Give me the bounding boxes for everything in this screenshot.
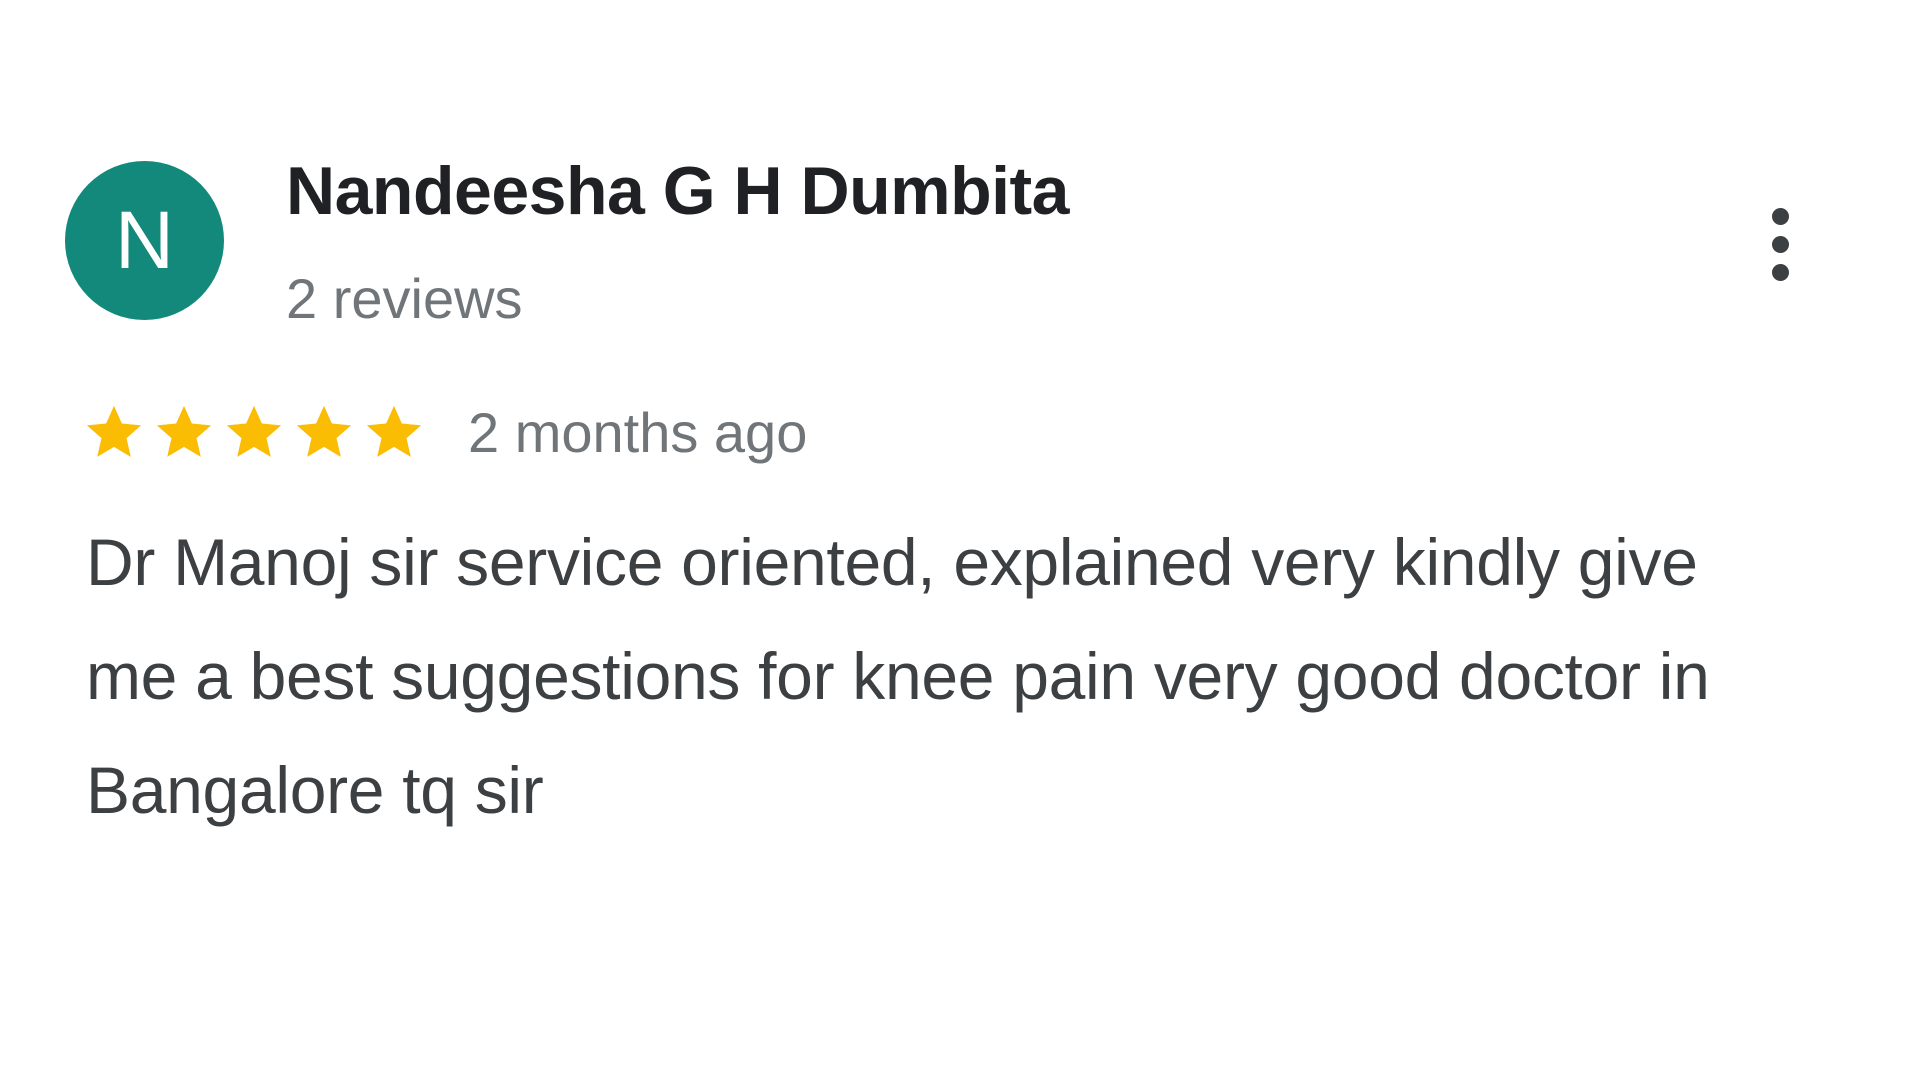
review-count: 2 reviews — [286, 267, 523, 330]
more-vert-icon-dot — [1771, 263, 1789, 281]
review-text: Dr Manoj sir service oriented, explained… — [86, 525, 1710, 827]
more-vert-icon-dot — [1771, 235, 1789, 253]
star-rating — [82, 400, 426, 464]
reviewer-name[interactable]: Nandeesha G H Dumbita — [286, 152, 1070, 230]
star-icon — [296, 405, 352, 457]
more-vert-icon — [1771, 207, 1789, 225]
avatar-initial: N — [114, 194, 175, 286]
avatar[interactable]: N — [65, 161, 224, 320]
review-card: N Nandeesha G H Dumbita 2 reviews 2 mont… — [0, 0, 1920, 1080]
rating-row: 2 months ago — [82, 396, 807, 468]
star-icon — [366, 405, 422, 457]
star-icon — [226, 405, 282, 457]
review-time: 2 months ago — [468, 400, 808, 464]
star-icon — [86, 405, 142, 457]
star-icon — [156, 405, 212, 457]
more-options-button[interactable] — [1750, 196, 1810, 292]
